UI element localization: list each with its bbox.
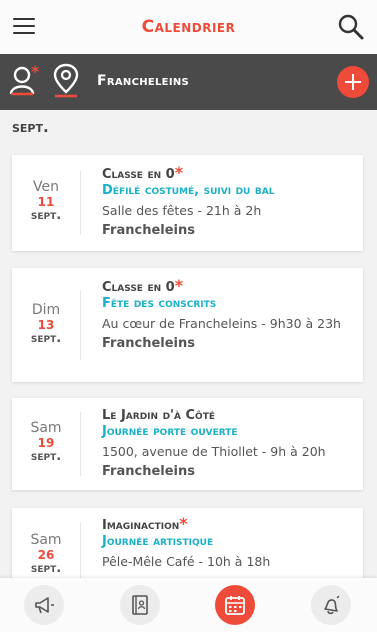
tab-directory[interactable] bbox=[120, 585, 160, 625]
search-icon[interactable] bbox=[337, 13, 365, 41]
event-organizer: Imaginaction bbox=[102, 518, 180, 533]
event-info: Imaginaction* Journée artistique Pêle-Mê… bbox=[102, 514, 355, 570]
event-day: 26 bbox=[37, 548, 55, 562]
event-weekday: Sam bbox=[30, 420, 62, 436]
event-place: Au cœur de Francheleins - 9h30 à 23h bbox=[102, 316, 341, 331]
divider bbox=[80, 522, 81, 586]
alert-bell-icon bbox=[324, 595, 340, 615]
event-month: sept. bbox=[30, 561, 62, 576]
event-day: 11 bbox=[37, 195, 55, 209]
event-place: 1500, avenue de Thiollet - 9h à 20h bbox=[102, 444, 326, 459]
event-month: sept. bbox=[30, 331, 62, 346]
tab-announcements[interactable] bbox=[24, 585, 64, 625]
event-card[interactable]: Sam 19 sept. Le Jardin d'à Côté Journée … bbox=[12, 398, 363, 490]
event-info: Classe en 0* Fête des conscrits Au cœur … bbox=[102, 276, 355, 351]
tab-calendar[interactable] bbox=[215, 585, 255, 625]
current-city[interactable]: Francheleins bbox=[97, 73, 189, 89]
calendar-icon bbox=[225, 596, 245, 615]
directory-book-icon bbox=[132, 595, 148, 615]
event-info: Classe en 0* Défilé costumé, suivi du ba… bbox=[102, 163, 355, 238]
location-pin-icon[interactable] bbox=[52, 62, 80, 98]
event-weekday: Dim bbox=[31, 302, 61, 318]
organizer-star: * bbox=[179, 514, 188, 533]
page-title: Calendrier bbox=[141, 17, 236, 37]
event-weekday: Ven bbox=[33, 179, 59, 195]
event-title[interactable]: Défilé costumé, suivi du bal bbox=[102, 182, 355, 199]
event-info: Le Jardin d'à Côté Journée porte ouverte… bbox=[102, 404, 355, 479]
divider bbox=[80, 171, 81, 235]
organizer-star: * bbox=[174, 163, 184, 182]
event-town: Francheleins bbox=[102, 464, 195, 479]
event-place: Pêle-Mêle Café - 10h à 18h bbox=[102, 554, 271, 569]
event-weekday: Sam bbox=[30, 532, 62, 548]
organizer-star: * bbox=[174, 276, 184, 295]
add-event-button[interactable] bbox=[337, 66, 369, 98]
event-card[interactable]: Ven 11 sept. Classe en 0* Défilé costumé… bbox=[12, 155, 363, 251]
divider bbox=[80, 290, 81, 360]
event-organizer: Le Jardin d'à Côté bbox=[102, 408, 215, 423]
megaphone-icon bbox=[35, 597, 54, 614]
event-month: sept. bbox=[30, 449, 62, 464]
event-card[interactable]: Dim 13 sept. Classe en 0* Fête des consc… bbox=[12, 268, 363, 382]
tab-alerts[interactable] bbox=[311, 585, 351, 625]
bottom-navigation bbox=[0, 578, 377, 632]
event-organizer: Classe en 0 bbox=[102, 280, 175, 295]
event-day: 19 bbox=[37, 436, 55, 450]
event-date: Ven 11 sept. bbox=[12, 179, 80, 223]
top-app-bar: Calendrier bbox=[0, 0, 377, 54]
event-town: Francheleins bbox=[102, 336, 195, 351]
event-title[interactable]: Journée artistique bbox=[102, 533, 355, 550]
event-date: Dim 13 sept. bbox=[12, 302, 80, 346]
event-organizer: Classe en 0 bbox=[102, 167, 175, 182]
event-title[interactable]: Fête des conscrits bbox=[102, 295, 355, 312]
event-date: Sam 19 sept. bbox=[12, 420, 80, 464]
event-place: Salle des fêtes - 21h à 2h bbox=[102, 203, 262, 218]
event-town: Francheleins bbox=[102, 223, 195, 238]
event-month: sept. bbox=[30, 208, 62, 223]
event-date: Sam 26 sept. bbox=[12, 532, 80, 576]
user-star: * bbox=[31, 62, 40, 81]
event-title[interactable]: Journée porte ouverte bbox=[102, 423, 355, 440]
divider bbox=[80, 412, 81, 476]
event-day: 13 bbox=[37, 318, 55, 332]
month-heading: sept. bbox=[12, 118, 49, 136]
location-bar: * Francheleins bbox=[0, 54, 377, 110]
